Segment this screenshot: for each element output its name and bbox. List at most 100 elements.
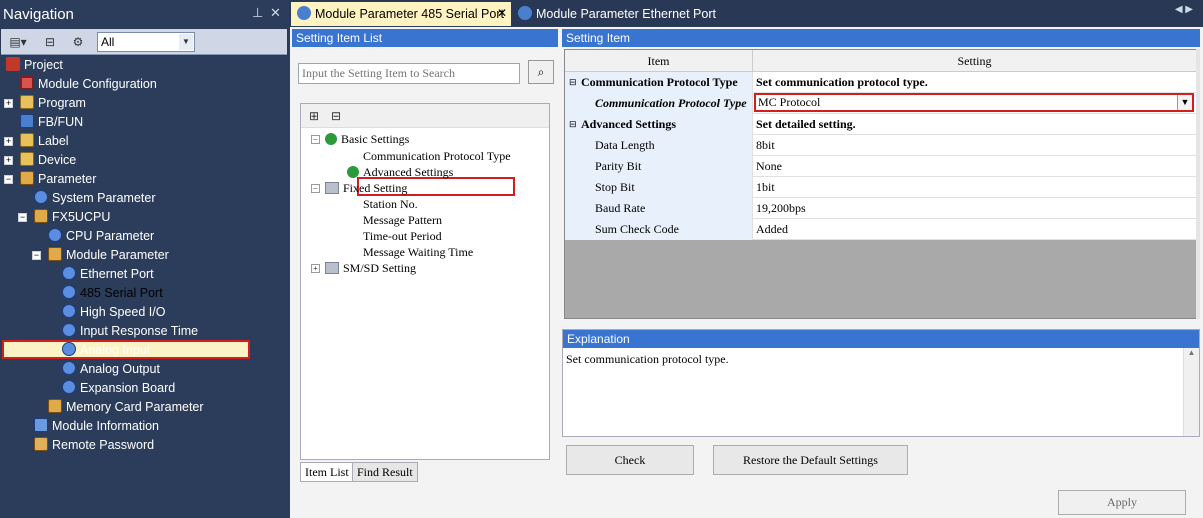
tree-label: SM/SD Setting [343, 261, 417, 275]
binoculars-icon[interactable]: ⌕ [528, 60, 554, 84]
tree-label: Advanced Settings [363, 165, 454, 179]
tree-item-station-no[interactable]: Station No. [363, 196, 418, 212]
tree-item-timeout-period[interactable]: Time-out Period [363, 228, 442, 244]
tree-label: CPU Parameter [66, 229, 155, 243]
tree-item-ethernet-port[interactable]: Ethernet Port [62, 265, 154, 284]
expand-icon[interactable]: + [4, 137, 13, 146]
tab-scroll-icon[interactable]: ◀ ▶ [1175, 4, 1193, 15]
protocol-type-select[interactable]: MC Protocol ▼ [754, 93, 1194, 112]
tree-item-label[interactable]: Label [20, 132, 69, 151]
tree-label: Remote Password [52, 438, 155, 452]
protocol-type-value: MC Protocol [758, 95, 821, 109]
restore-default-button[interactable]: Restore the Default Settings [713, 445, 908, 475]
gear-icon [62, 361, 76, 375]
search-input[interactable] [298, 63, 520, 84]
explanation-scrollbar[interactable]: ▲ [1183, 348, 1199, 436]
folder-icon [325, 262, 339, 274]
explanation-header: Explanation [563, 330, 1199, 348]
collapse-all-icon[interactable]: ⊟ [325, 106, 347, 126]
gear-icon [297, 6, 311, 20]
tree-item-memory-card-parameter[interactable]: Memory Card Parameter [48, 398, 204, 417]
tree-item-system-parameter[interactable]: System Parameter [34, 189, 156, 208]
collapse-icon[interactable]: − [311, 184, 320, 193]
grid-row-sum-check-code[interactable]: Sum Check Code Added [565, 219, 1197, 240]
apply-button[interactable]: Apply [1058, 490, 1186, 515]
tab-ethernet-port[interactable]: Module Parameter Ethernet Port [512, 2, 722, 26]
tree-item-communication-protocol-type[interactable]: Communication Protocol Type [363, 148, 511, 164]
collapse-icon[interactable]: ⊟ [569, 114, 577, 135]
grid-row-baud-rate[interactable]: Baud Rate 19,200bps [565, 198, 1197, 219]
tree-item-expansion-board[interactable]: Expansion Board [62, 379, 175, 398]
gear-icon [62, 342, 76, 356]
collapse-icon[interactable]: − [18, 213, 27, 222]
tree-item-input-response-time[interactable]: Input Response Time [62, 322, 198, 341]
tab-485-serial-port[interactable]: Module Parameter 485 Serial Port ✕ [291, 2, 511, 26]
chevron-down-icon[interactable]: ▼ [1177, 95, 1192, 110]
grid-setting-value[interactable]: 1bit [753, 177, 1197, 198]
grid-row-stop-bit[interactable]: Stop Bit 1bit [565, 177, 1197, 198]
tree-item-parameter[interactable]: Parameter [20, 170, 96, 189]
tree-item-program[interactable]: Program [20, 94, 86, 113]
expand-icon[interactable]: + [311, 264, 320, 273]
collapse-icon[interactable]: − [32, 251, 41, 260]
fbfun-icon [20, 114, 34, 128]
tree-label: Analog Output [80, 362, 160, 376]
collapse-tree-icon[interactable]: ⊟ [39, 32, 61, 52]
tree-item-smsd-setting[interactable]: SM/SD Setting [325, 260, 416, 276]
navigation-filter-select[interactable]: All ▼ [97, 32, 195, 52]
item-list-tabs: Item List Find Result [300, 462, 550, 482]
tab-item-list[interactable]: Item List [300, 462, 354, 482]
tree-item-module-parameter[interactable]: Module Parameter [48, 246, 169, 265]
grid-item-label: Parity Bit [565, 156, 753, 177]
tree-item-remote-password[interactable]: Remote Password [34, 436, 154, 455]
collapse-icon[interactable]: ⊟ [569, 72, 577, 93]
tree-item-device[interactable]: Device [20, 151, 76, 170]
view-mode-icon[interactable]: ▤▾ [7, 32, 29, 52]
tree-item-project[interactable]: Project [6, 56, 63, 75]
tree-item-cpu-parameter[interactable]: CPU Parameter [48, 227, 154, 246]
tree-item-fixed-setting[interactable]: Fixed Setting [325, 180, 407, 196]
tree-label: Ethernet Port [80, 267, 154, 281]
chevron-down-icon[interactable]: ▼ [179, 34, 193, 50]
close-icon[interactable]: ✕ [270, 5, 281, 21]
tree-item-485-serial-port[interactable]: 485 Serial Port [62, 284, 163, 303]
grid-item-label: Communication Protocol Type [565, 72, 753, 93]
setting-item-list-header: Setting Item List [292, 29, 558, 47]
tree-label: Message Pattern [363, 213, 442, 227]
tree-label: Time-out Period [363, 229, 442, 243]
expand-all-icon[interactable]: ⊞ [303, 106, 325, 126]
tree-label: Module Configuration [38, 77, 157, 91]
gear-icon[interactable]: ⚙ [67, 32, 89, 52]
tree-item-module-configuration[interactable]: Module Configuration [20, 75, 157, 94]
collapse-icon[interactable]: − [311, 135, 320, 144]
grid-setting-value[interactable]: 19,200bps [753, 198, 1197, 219]
tree-item-high-speed-io[interactable]: High Speed I/O [62, 303, 165, 322]
grid-row-cpt[interactable]: Communication Protocol Type MC Protocol … [565, 93, 1197, 114]
tree-item-analog-input[interactable]: Analog Input [62, 341, 150, 360]
grid-row-parity-bit[interactable]: Parity Bit None [565, 156, 1197, 177]
tree-item-fx5ucpu[interactable]: FX5UCPU [34, 208, 110, 227]
collapse-icon[interactable]: − [4, 175, 13, 184]
grid-setting-value[interactable]: 8bit [753, 135, 1197, 156]
grid-setting-value[interactable]: Added [753, 219, 1197, 240]
tree-item-message-waiting-time[interactable]: Message Waiting Time [363, 244, 473, 260]
expand-icon[interactable]: + [4, 99, 13, 108]
tree-item-message-pattern[interactable]: Message Pattern [363, 212, 442, 228]
tree-item-analog-output[interactable]: Analog Output [62, 360, 160, 379]
pin-icon[interactable]: ⊥ [252, 5, 263, 21]
expand-icon[interactable]: + [4, 156, 13, 165]
tree-label: Module Information [52, 419, 160, 433]
tree-item-advanced-settings[interactable]: Advanced Settings [347, 164, 453, 180]
grid-row-data-length[interactable]: Data Length 8bit [565, 135, 1197, 156]
grid-setting-value[interactable]: None [753, 156, 1197, 177]
tab-find-result[interactable]: Find Result [352, 462, 418, 482]
tree-item-basic-settings[interactable]: Basic Settings [325, 131, 409, 147]
explanation-text: Set communication protocol type. [566, 352, 729, 366]
tree-item-fbfun[interactable]: FB/FUN [20, 113, 83, 132]
close-icon[interactable]: ✕ [497, 6, 507, 20]
check-button[interactable]: Check [566, 445, 694, 475]
gear-icon [62, 285, 76, 299]
tree-item-module-information[interactable]: Module Information [34, 417, 159, 436]
grid-scrollbar[interactable] [1196, 49, 1200, 319]
tree-label: Memory Card Parameter [66, 400, 204, 414]
